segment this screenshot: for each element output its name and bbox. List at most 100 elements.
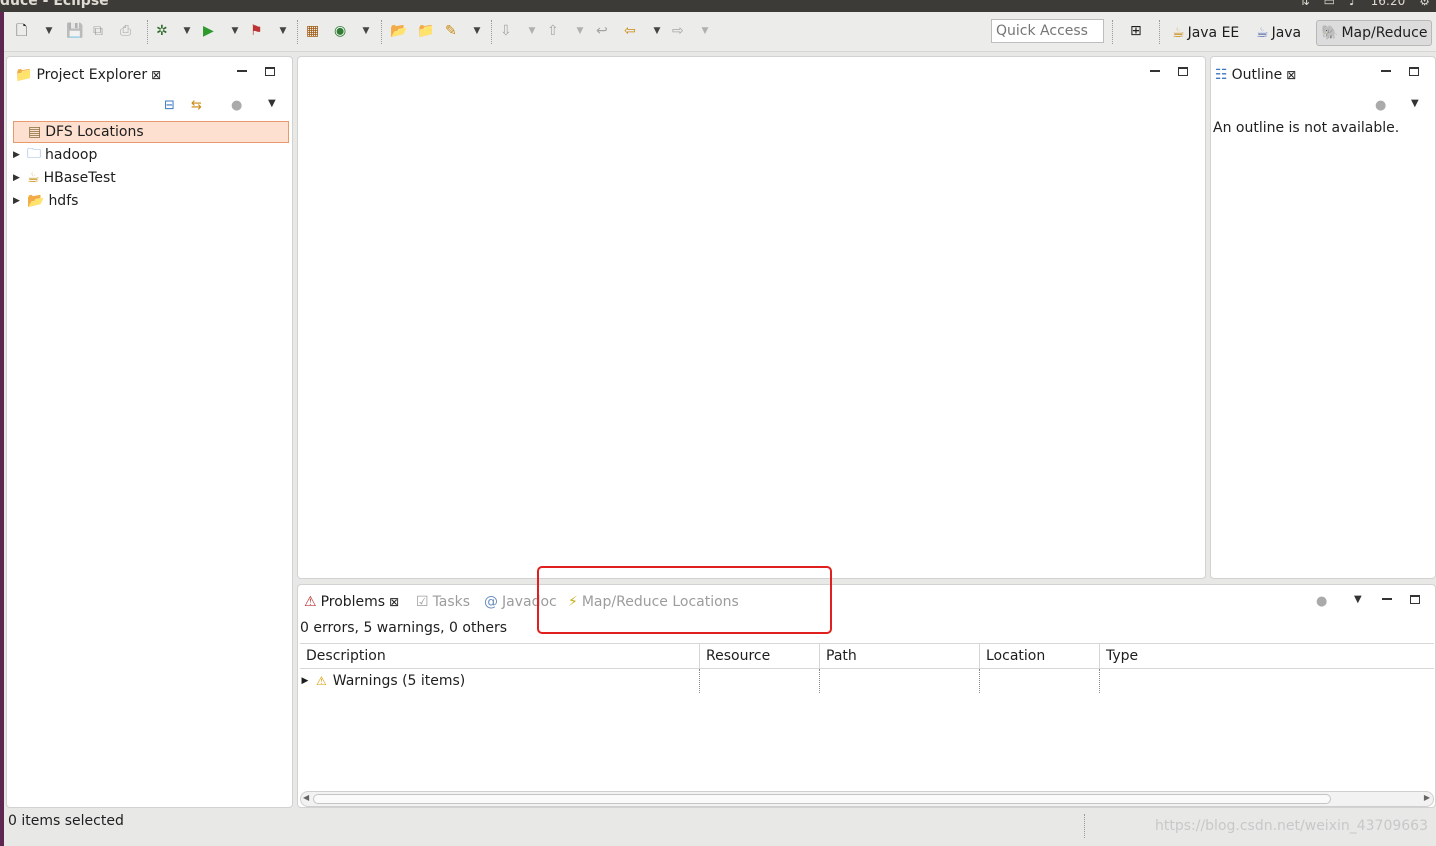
clock[interactable]: 16:20 — [1371, 0, 1406, 8]
tab-label: Outline — [1231, 67, 1283, 83]
scrollbar-thumb[interactable] — [313, 794, 1331, 804]
maximize-button[interactable] — [265, 67, 275, 76]
project-explorer-icon: 📁 — [15, 67, 33, 83]
perspective-java-ee[interactable]: ☕ Java EE — [1168, 20, 1243, 46]
minimize-button[interactable] — [237, 70, 247, 72]
launcher-edge — [0, 12, 4, 846]
column-header-type[interactable]: Type — [1100, 644, 1434, 668]
new-java-package-icon[interactable]: ▦ — [306, 21, 319, 41]
maximize-button[interactable] — [1410, 595, 1420, 604]
open-type-icon[interactable]: 📂 — [390, 21, 407, 41]
collapse-all-icon[interactable]: ⊟ — [164, 99, 175, 112]
scroll-right-icon[interactable]: ▶ — [1424, 793, 1430, 802]
forward-icon[interactable]: ⇨ — [672, 21, 684, 41]
toolbar-separator — [1112, 20, 1113, 44]
expand-arrow-icon[interactable]: ▶ — [13, 173, 23, 183]
tab-project-explorer[interactable]: 📁 Project Explorer ⊠ — [11, 61, 166, 89]
search-dropdown-icon[interactable]: ▼ — [472, 21, 482, 41]
view-menu-chevron-down-icon[interactable]: ▼ — [1354, 595, 1362, 605]
outline-panel: ☷ Outline ⊠ ● ▼ An outline is not availa… — [1210, 56, 1436, 579]
problems-icon: ⚠ — [304, 594, 317, 610]
problems-table-header: Description Resource Path Location Type — [300, 643, 1434, 669]
print-icon[interactable]: ⎙ — [120, 21, 131, 41]
link-with-editor-icon[interactable]: ⇆ — [191, 99, 202, 112]
perspective-label: Java — [1271, 25, 1302, 41]
tree-item-dfs-locations[interactable]: ▤ DFS Locations — [13, 121, 289, 143]
volume-icon[interactable]: ♪ — [1349, 0, 1357, 8]
new-java-class-icon[interactable]: ◉ — [334, 21, 346, 41]
focus-icon[interactable]: ● — [1375, 99, 1386, 112]
toolbar-separator — [297, 20, 298, 44]
perspective-label: Java EE — [1187, 25, 1240, 41]
java-project-icon: ☕ — [27, 170, 40, 186]
minimize-button[interactable] — [1382, 598, 1392, 600]
horizontal-scrollbar[interactable]: ◀ ▶ — [300, 791, 1434, 807]
back-dropdown-icon[interactable]: ▼ — [652, 21, 662, 41]
run-dropdown-icon[interactable]: ▼ — [230, 21, 240, 41]
column-header-path[interactable]: Path — [820, 644, 980, 668]
save-all-icon[interactable]: ⧉ — [93, 21, 103, 41]
next-annotation-icon[interactable]: ⇩ — [500, 21, 512, 41]
tree-item-label: hdfs — [48, 193, 79, 209]
project-explorer-panel: 📁 Project Explorer ⊠ ⊟ ⇆ ● ▼ ▤ DFS Locat… — [6, 56, 293, 808]
watermark: https://blog.csdn.net/weixin_43709663 — [1154, 818, 1428, 834]
scroll-left-icon[interactable]: ◀ — [303, 793, 309, 802]
table-row[interactable]: ▶ ⚠ Warnings (5 items) — [300, 669, 466, 693]
tab-label: Project Explorer — [36, 67, 148, 83]
external-tools-icon[interactable]: ⚑ — [250, 21, 263, 41]
next-annotation-dropdown-icon[interactable]: ▼ — [527, 21, 537, 41]
new-dropdown-icon[interactable]: ▼ — [44, 21, 54, 41]
column-header-resource[interactable]: Resource — [700, 644, 820, 668]
close-icon[interactable]: ⊠ — [389, 595, 399, 609]
close-icon[interactable]: ⊠ — [151, 68, 161, 82]
tree-item-hadoop[interactable]: ▶ 🗀 hadoop — [13, 144, 97, 166]
column-header-location[interactable]: Location — [980, 644, 1100, 668]
perspective-java[interactable]: ☕ Java — [1252, 20, 1305, 46]
expand-arrow-icon[interactable]: ▶ — [13, 150, 23, 160]
last-edit-location-icon[interactable]: ↩ — [596, 21, 608, 41]
editor-area[interactable] — [297, 56, 1206, 579]
tab-label: Tasks — [432, 594, 471, 610]
focus-icon[interactable]: ● — [1316, 595, 1327, 608]
forward-dropdown-icon[interactable]: ▼ — [700, 21, 710, 41]
expand-arrow-icon[interactable]: ▶ — [13, 196, 23, 206]
previous-annotation-dropdown-icon[interactable]: ▼ — [575, 21, 585, 41]
column-header-description[interactable]: Description — [300, 644, 700, 668]
open-resource-icon[interactable]: 📁 — [417, 21, 434, 41]
status-text: 0 items selected — [8, 813, 124, 829]
tab-tasks[interactable]: ☑ Tasks — [416, 587, 470, 617]
maximize-button[interactable] — [1409, 67, 1419, 76]
external-tools-dropdown-icon[interactable]: ▼ — [278, 21, 288, 41]
tab-problems[interactable]: ⚠ Problems ⊠ — [300, 587, 404, 617]
tree-item-label: DFS Locations — [45, 124, 144, 140]
view-menu-chevron-down-icon[interactable]: ▼ — [1411, 99, 1419, 109]
focus-icon[interactable]: ● — [231, 99, 242, 112]
search-icon[interactable]: ✎ — [445, 21, 457, 41]
network-icon[interactable]: ⇅ — [1300, 0, 1310, 8]
save-icon[interactable]: 💾 — [66, 21, 83, 41]
perspective-map-reduce[interactable]: 🐘 Map/Reduce — [1316, 20, 1433, 46]
tree-item-hbasetest[interactable]: ▶ ☕ HBaseTest — [13, 167, 116, 189]
expand-arrow-icon[interactable]: ▶ — [300, 676, 310, 686]
view-menu-chevron-down-icon[interactable]: ▼ — [268, 99, 276, 109]
minimize-button[interactable] — [1381, 70, 1391, 72]
maximize-button[interactable] — [1178, 67, 1188, 76]
run-icon[interactable]: ▶ — [203, 21, 214, 41]
battery-icon[interactable]: ▭ — [1324, 0, 1335, 8]
system-tray: ⇅ ▭ ♪ 16:20 ⚙ — [1300, 0, 1430, 8]
minimize-button[interactable] — [1150, 70, 1160, 72]
new-icon[interactable]: 🗋 — [16, 21, 27, 41]
tab-outline[interactable]: ☷ Outline ⊠ — [1213, 61, 1299, 89]
settings-gear-icon[interactable]: ⚙ — [1419, 0, 1430, 8]
previous-annotation-icon[interactable]: ⇧ — [547, 21, 559, 41]
tree-item-hdfs[interactable]: ▶ 📂 hdfs — [13, 190, 78, 212]
back-icon[interactable]: ⇦ — [624, 21, 636, 41]
open-perspective-icon[interactable]: ⊞ — [1130, 21, 1142, 41]
quick-access-input[interactable] — [991, 19, 1104, 43]
column-divider — [699, 669, 700, 693]
highlight-annotation-box — [537, 566, 832, 634]
new-class-dropdown-icon[interactable]: ▼ — [361, 21, 371, 41]
close-icon[interactable]: ⊠ — [1286, 68, 1296, 82]
debug-icon[interactable]: ✲ — [156, 21, 168, 41]
debug-dropdown-icon[interactable]: ▼ — [182, 21, 192, 41]
